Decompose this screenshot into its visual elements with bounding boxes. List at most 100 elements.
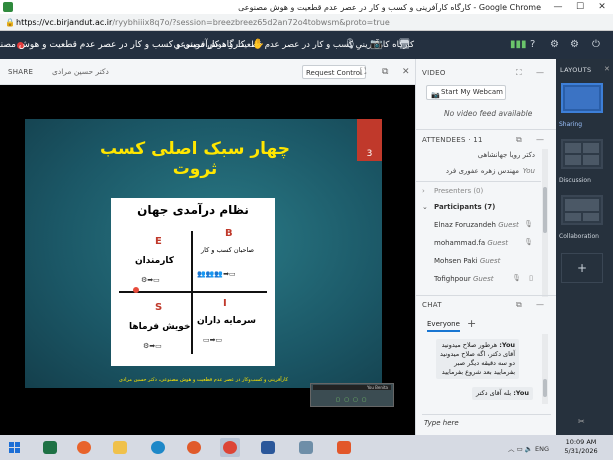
quadrant-divider-horizontal bbox=[119, 291, 267, 293]
chat-collapse-icon[interactable]: — bbox=[536, 300, 544, 309]
participants-label: Participants (7) bbox=[434, 203, 496, 211]
add-chat-tab-button[interactable]: + bbox=[467, 317, 476, 330]
webcam-controls-icons[interactable]: ▢▢▢▢ bbox=[311, 397, 395, 403]
attendees-scrollbar[interactable] bbox=[542, 149, 548, 297]
tab-everyone[interactable]: Everyone bbox=[427, 320, 460, 332]
layout-collaboration-label: Collaboration bbox=[559, 233, 599, 240]
system-tray[interactable]: ︿ ▭ 🔈 ENG bbox=[508, 443, 549, 453]
microphone-icon[interactable]: 🎙 bbox=[344, 39, 357, 50]
layout-preview-block bbox=[565, 87, 599, 109]
tray-chevron-icon[interactable]: ︿ bbox=[508, 445, 515, 453]
connection-status-icon: ▮▮▮ bbox=[510, 39, 527, 50]
webcam-user-name: You Benita bbox=[313, 385, 391, 390]
maximize-button[interactable]: ☐ bbox=[569, 2, 591, 12]
attendees-section-label: ATTENDEES · 11 bbox=[422, 136, 483, 144]
help-icon[interactable]: ? bbox=[530, 39, 535, 50]
layout-sharing[interactable] bbox=[561, 83, 603, 113]
clock-date: 5/31/2026 bbox=[564, 447, 598, 455]
settings-icon[interactable]: ⚙ bbox=[550, 39, 559, 50]
chat-line: بله آقای دکتر bbox=[476, 389, 512, 397]
window-title: کارگاه کارآفرینی و کسب و کار در عصر عدم … bbox=[238, 2, 541, 12]
presenters-group[interactable]: › Presenters (0) bbox=[416, 183, 541, 199]
chat-scrollbar[interactable] bbox=[542, 334, 548, 404]
edge-taskbar-icon[interactable] bbox=[148, 438, 168, 457]
file-explorer-taskbar-icon[interactable] bbox=[110, 438, 130, 457]
microphone-icon[interactable]: 🎙 bbox=[524, 220, 533, 228]
pop-out-icon[interactable]: ⧉ bbox=[382, 67, 388, 77]
attendee-row[interactable]: دکتر رویا جهانشاهی bbox=[416, 147, 541, 163]
chrome-app-icon bbox=[3, 2, 13, 12]
participant-row[interactable]: Mohsen Paki Guest bbox=[416, 253, 541, 269]
url-text[interactable]: https://vc.birjandut.ac.ir/ryybhiiix8q7o… bbox=[16, 18, 390, 27]
quadrant-e-label: کارمندان bbox=[135, 256, 175, 266]
media-player-taskbar-icon[interactable] bbox=[184, 438, 204, 457]
layout-sharing-label: Sharing bbox=[559, 121, 583, 128]
quadrant-i-label: سرمایه داران bbox=[197, 316, 257, 326]
chat-line: آقای دکتر، اگه صلاح میدونید bbox=[440, 350, 516, 358]
chat-popout-icon[interactable]: ⧉ bbox=[516, 300, 522, 310]
language-indicator[interactable]: ENG bbox=[535, 445, 549, 453]
camera-icon[interactable]: 📷 bbox=[370, 39, 382, 50]
preferences-icon[interactable]: ⚙ bbox=[570, 39, 579, 50]
layout-collaboration[interactable] bbox=[561, 195, 603, 225]
taskbar: ︿ ▭ 🔈 ENG 10:09 AM 5/31/2026 bbox=[0, 435, 613, 460]
video-fullscreen-icon[interactable]: ⛶ bbox=[516, 68, 522, 78]
network-icon[interactable]: ▭ bbox=[517, 445, 523, 453]
attendees-collapse-icon[interactable]: — bbox=[536, 135, 544, 144]
clock[interactable]: 10:09 AM 5/31/2026 bbox=[553, 438, 609, 456]
laser-pointer bbox=[133, 287, 139, 293]
participant-role: Guest bbox=[479, 257, 501, 265]
close-layouts-icon[interactable]: ✕ bbox=[604, 65, 610, 73]
screen-share-icon[interactable]: 🖥 bbox=[398, 39, 411, 50]
scrollbar-thumb[interactable] bbox=[543, 379, 547, 397]
chevron-right-icon: › bbox=[422, 187, 425, 195]
request-control-button[interactable]: Request Control bbox=[302, 65, 366, 79]
fullscreen-icon[interactable]: ⛶ bbox=[360, 67, 366, 77]
video-collapse-icon[interactable]: — bbox=[536, 68, 544, 77]
screen: کارگاه کارآفرینی و کسب و کار در عصر عدم … bbox=[0, 0, 613, 460]
microphone-icon[interactable]: 🎙 bbox=[512, 274, 521, 282]
webcam-thumbnail[interactable]: You Benita ▢▢▢▢ bbox=[310, 383, 394, 407]
clock-time: 10:09 AM bbox=[565, 438, 597, 446]
minimize-button[interactable]: — bbox=[547, 2, 569, 12]
phone-icon[interactable]: ▯ bbox=[529, 274, 533, 282]
chat-tabs: Everyone + bbox=[424, 317, 544, 333]
layout-discussion[interactable] bbox=[561, 139, 603, 169]
firefox-taskbar-icon[interactable] bbox=[74, 438, 94, 457]
volume-icon[interactable]: 🔈 bbox=[525, 445, 533, 453]
tools-icon[interactable]: ✂ bbox=[578, 417, 585, 426]
divider bbox=[416, 181, 541, 182]
layout-preview-block bbox=[583, 155, 599, 165]
start-webcam-label: Start My Webcam bbox=[441, 88, 503, 96]
participant-row[interactable]: Elnaz Foruzandeh Guest 🎙 bbox=[416, 217, 541, 233]
participant-row[interactable]: Tofighpour Guest 🎙 ▯ bbox=[416, 271, 541, 287]
power-icon[interactable]: ⏻ bbox=[592, 39, 600, 50]
address-bar[interactable]: 🔒 https://vc.birjandut.ac.ir/ryybhiiix8q… bbox=[0, 14, 613, 31]
windows-start-button[interactable] bbox=[9, 442, 20, 453]
pdf-taskbar-icon[interactable] bbox=[334, 438, 354, 457]
lock-icon[interactable]: 🔒 bbox=[4, 18, 16, 27]
participant-role: Guest bbox=[487, 239, 508, 247]
raise-hand-icon[interactable]: ✋ bbox=[252, 39, 264, 50]
chrome-taskbar-icon[interactable] bbox=[220, 438, 240, 457]
slide-number: 3 bbox=[366, 149, 373, 159]
close-share-icon[interactable]: ✕ bbox=[402, 67, 410, 77]
microphone-icon[interactable]: 🎙 bbox=[524, 238, 533, 246]
attendees-popout-icon[interactable]: ⧉ bbox=[516, 135, 522, 145]
quadrant-b-icons: 👥👥👥➡▭ bbox=[197, 270, 236, 278]
add-layout-button[interactable]: + bbox=[561, 253, 603, 283]
layout-discussion-label: Discussion bbox=[559, 177, 591, 184]
close-button[interactable]: ✕ bbox=[591, 2, 613, 12]
participants-group[interactable]: ⌄ Participants (7) bbox=[416, 199, 541, 215]
app-taskbar-icon[interactable] bbox=[296, 438, 316, 457]
scrollbar-thumb[interactable] bbox=[543, 187, 547, 233]
excel-taskbar-icon[interactable] bbox=[40, 438, 60, 457]
word-taskbar-icon[interactable] bbox=[258, 438, 278, 457]
chat-input[interactable]: Type here bbox=[422, 414, 551, 432]
chat-line: هرطور صلاح میدونید bbox=[441, 341, 498, 349]
participant-row[interactable]: mohammad.fa Guest 🎙 bbox=[416, 235, 541, 251]
quadrant-e-letter: E bbox=[155, 236, 162, 247]
start-webcam-button[interactable]: 📷 Start My Webcam bbox=[426, 85, 506, 100]
participant-name: Tofighpour bbox=[434, 275, 471, 283]
attendee-row[interactable]: مهندس زهره عفوری فرد You bbox=[416, 163, 541, 179]
